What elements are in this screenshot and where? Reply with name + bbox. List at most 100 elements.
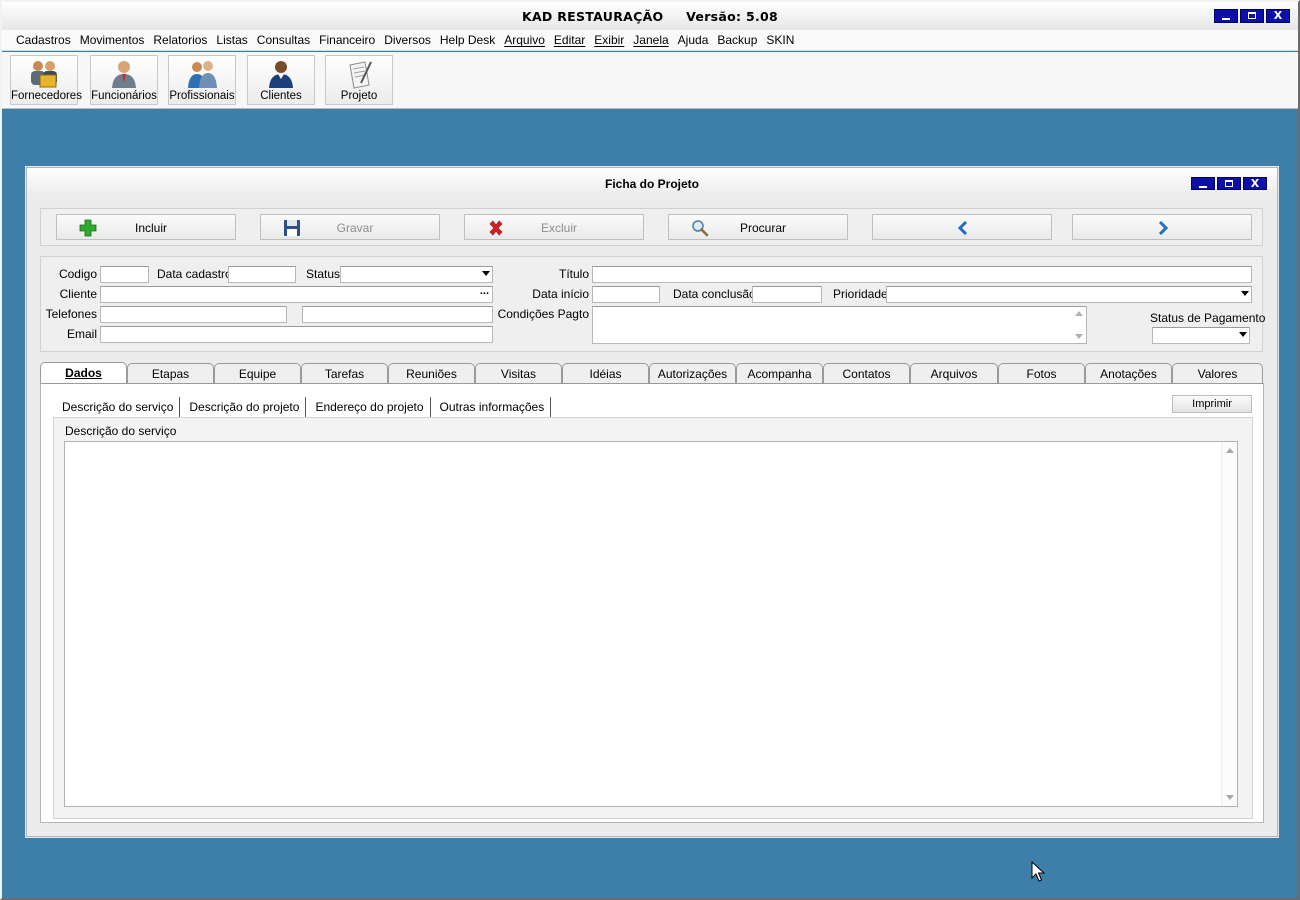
save-button[interactable]: Gravar — [260, 214, 440, 240]
menu-help-desk[interactable]: Help Desk — [440, 33, 495, 47]
tab-fotos[interactable]: Fotos — [998, 363, 1085, 384]
data-cadastro-input[interactable] — [228, 266, 296, 283]
form-close-button[interactable]: X — [1243, 177, 1267, 190]
email-input[interactable] — [100, 326, 493, 343]
form-window-controls: X — [1191, 177, 1267, 190]
previous-record-button[interactable] — [872, 214, 1052, 240]
include-button[interactable]: Incluir — [56, 214, 236, 240]
tab-label: Fotos — [1026, 367, 1057, 381]
toolbar-projeto-button[interactable]: Projeto — [325, 55, 393, 105]
descricao-servico-label: Descrição do serviço — [65, 424, 177, 438]
menu-movimentos[interactable]: Movimentos — [80, 33, 145, 47]
form-maximize-button[interactable] — [1217, 177, 1241, 190]
toolbar-profissionais-button[interactable]: Profissionais — [168, 55, 236, 105]
tab-reunioes[interactable]: Reuniões — [388, 363, 475, 384]
prioridade-select[interactable] — [886, 286, 1252, 303]
chevron-left-icon — [957, 221, 968, 235]
cliente-lookup-button[interactable]: ... — [480, 285, 489, 297]
subtab-descricao-projeto[interactable]: Descrição do projeto — [186, 397, 307, 417]
scroll-up-icon[interactable] — [1226, 448, 1234, 453]
toolbar-label: Funcionários — [91, 90, 157, 102]
toolbar-fornecedores-button[interactable]: Fornecedores — [10, 55, 82, 105]
menu-cadastros[interactable]: Cadastros — [16, 33, 71, 47]
project-fields-panel: Codigo Data cadastro Status Cliente ... … — [40, 256, 1266, 352]
condicoes-pagto-textarea[interactable] — [592, 306, 1087, 344]
subtab-endereco-projeto[interactable]: Endereço do projeto — [312, 397, 431, 417]
app-title-bar[interactable]: KAD RESTAURAÇÃO Versão: 5.08 X — [2, 2, 1298, 30]
chevron-right-icon — [1158, 221, 1169, 235]
tab-dados[interactable]: Dados — [40, 362, 127, 384]
scroll-up-icon[interactable] — [1075, 311, 1083, 316]
telefones-label: Telefones — [45, 307, 97, 321]
menu-janela[interactable]: Janela — [633, 33, 668, 47]
form-title-bar[interactable]: Ficha do Projeto X — [27, 168, 1277, 197]
tab-ideias[interactable]: Idéias — [562, 363, 649, 384]
data-inicio-input[interactable] — [592, 286, 660, 303]
print-button[interactable]: Imprimir — [1172, 395, 1252, 413]
client-icon — [269, 61, 293, 88]
menu-relatorios[interactable]: Relatorios — [153, 33, 207, 47]
menu-financeiro[interactable]: Financeiro — [319, 33, 375, 47]
tab-acompanha[interactable]: Acompanha — [736, 363, 823, 384]
menu-skin[interactable]: SKIN — [766, 33, 794, 47]
telefone-2-input[interactable] — [302, 306, 493, 323]
chevron-down-icon — [1239, 332, 1247, 337]
status-pagamento-select[interactable] — [1152, 327, 1250, 344]
codigo-label: Codigo — [58, 267, 97, 281]
tab-contatos[interactable]: Contatos — [823, 363, 910, 384]
menu-arquivo[interactable]: Arquivo — [504, 33, 545, 47]
toolbar-funcionarios-button[interactable]: Funcionários — [90, 55, 158, 105]
menu-diversos[interactable]: Diversos — [384, 33, 431, 47]
close-icon: X — [1250, 177, 1260, 190]
tab-anotacoes[interactable]: Anotações — [1085, 363, 1172, 384]
project-icon — [349, 61, 372, 89]
memo-scrollbar[interactable] — [1221, 442, 1237, 806]
tab-arquivos[interactable]: Arquivos — [910, 363, 998, 384]
status-select[interactable] — [340, 266, 493, 283]
maximize-icon — [1225, 180, 1233, 187]
tab-label: Anotações — [1100, 367, 1157, 381]
app-window-controls: X — [1214, 9, 1290, 23]
menu-editar[interactable]: Editar — [554, 33, 585, 47]
menu-listas[interactable]: Listas — [216, 33, 247, 47]
telefone-1-input[interactable] — [100, 306, 287, 323]
tab-valores[interactable]: Valores — [1172, 363, 1263, 384]
cliente-label: Cliente — [59, 287, 97, 301]
menu-backup[interactable]: Backup — [717, 33, 757, 47]
tab-equipe[interactable]: Equipe — [214, 363, 301, 384]
status-pagamento-label: Status de Pagamento — [1150, 311, 1266, 325]
tab-label: Autorizações — [657, 367, 728, 381]
titulo-label: Título — [558, 267, 589, 281]
include-label: Incluir — [134, 221, 167, 235]
app-name: KAD RESTAURAÇÃO — [521, 9, 664, 24]
menu-consultas[interactable]: Consultas — [257, 33, 310, 47]
titulo-input[interactable] — [592, 266, 1252, 283]
subtab-outras-informacoes[interactable]: Outras informações — [437, 397, 552, 417]
descricao-servico-textarea[interactable] — [64, 441, 1238, 807]
delete-button[interactable]: Excluir — [464, 214, 644, 240]
next-record-button[interactable] — [1072, 214, 1252, 240]
tab-tarefas[interactable]: Tarefas — [301, 363, 388, 384]
toolbar-clientes-button[interactable]: Clientes — [247, 55, 315, 105]
app-maximize-button[interactable] — [1240, 9, 1264, 23]
menu-exibir[interactable]: Exibir — [594, 33, 624, 47]
app-close-button[interactable]: X — [1266, 9, 1290, 23]
app-minimize-button[interactable] — [1214, 9, 1238, 23]
tab-autorizacoes[interactable]: Autorizações — [649, 363, 736, 384]
search-button[interactable]: Procurar — [668, 214, 848, 240]
tab-etapas[interactable]: Etapas — [127, 363, 214, 384]
descricao-servico-panel: Descrição do serviço — [53, 417, 1253, 819]
scroll-down-icon[interactable] — [1075, 334, 1083, 339]
cliente-input[interactable]: ... — [100, 285, 493, 303]
form-minimize-button[interactable] — [1191, 177, 1215, 190]
prioridade-label: Prioridade — [833, 287, 888, 301]
minimize-icon — [1199, 186, 1207, 188]
scroll-down-icon[interactable] — [1226, 795, 1234, 800]
search-label: Procurar — [739, 221, 786, 235]
close-icon: X — [1273, 9, 1283, 22]
tab-visitas[interactable]: Visitas — [475, 363, 562, 384]
codigo-input[interactable] — [100, 266, 149, 283]
subtab-descricao-servico[interactable]: Descrição do serviço — [59, 397, 181, 417]
data-conclusao-input[interactable] — [752, 286, 822, 303]
menu-ajuda[interactable]: Ajuda — [678, 33, 709, 47]
